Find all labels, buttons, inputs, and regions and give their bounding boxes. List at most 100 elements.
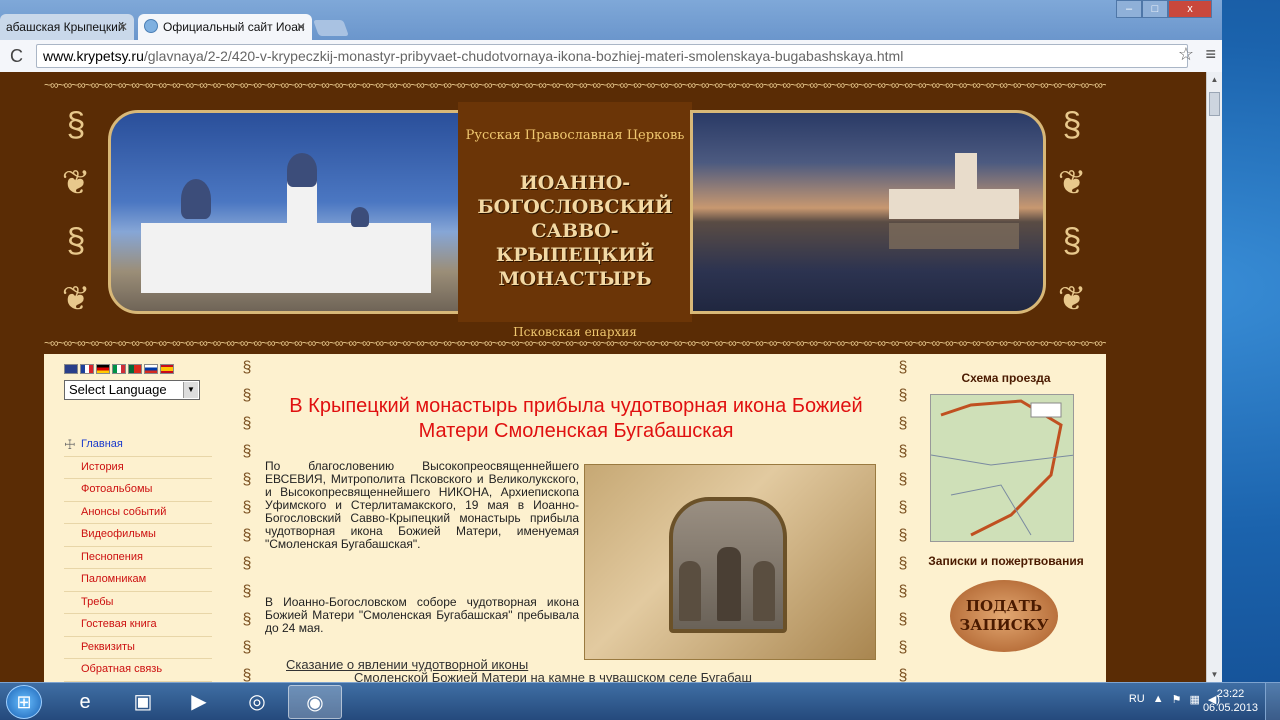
maximize-button[interactable]: □ xyxy=(1142,0,1168,18)
explorer-folder-icon[interactable]: ▣ xyxy=(116,685,170,719)
flag-es-icon[interactable] xyxy=(160,364,174,374)
nav-item-feedback[interactable]: Обратная связь xyxy=(64,659,212,682)
reload-icon[interactable]: C xyxy=(10,46,23,67)
new-tab-button[interactable] xyxy=(313,20,349,36)
close-window-button[interactable]: x xyxy=(1168,0,1212,18)
window-controls: – □ x xyxy=(1116,0,1212,18)
reflection xyxy=(889,223,1019,249)
content-panel: Select Language ▼ Главная История Фотоал… xyxy=(44,354,1106,682)
flag-fr-icon[interactable] xyxy=(80,364,94,374)
monastery-photo-sunset xyxy=(690,110,1046,314)
article-paragraph: В Иоанно-Богословском соборе чудотворная… xyxy=(265,595,579,635)
right-sidebar: Схема проезда Записки и пожертвования ПО… xyxy=(906,354,1106,652)
scroll-down-icon[interactable]: ▼ xyxy=(1209,669,1220,680)
show-hidden-icons-icon[interactable]: ▲ xyxy=(1153,693,1164,706)
church-dome xyxy=(351,207,369,227)
route-map[interactable] xyxy=(930,394,1074,542)
flag-it-icon[interactable] xyxy=(112,364,126,374)
language-select[interactable]: Select Language ▼ xyxy=(64,380,200,400)
monastery-title: ИОАННО-БОГОСЛОВСКИЙ САВВО-КРЫПЕЦКИЙ МОНА… xyxy=(458,171,692,291)
close-icon[interactable]: ✕ xyxy=(296,14,306,40)
vertical-scrollbar[interactable]: ▲ ▼ xyxy=(1206,72,1222,682)
network-icon[interactable]: ▦ xyxy=(1189,693,1199,706)
close-icon[interactable]: ✕ xyxy=(118,14,128,40)
language-flags xyxy=(64,364,174,374)
globe-icon xyxy=(144,19,158,33)
ornament-swirl-left: § ❦ § ❦ xyxy=(61,106,91,318)
nav-item-announcements[interactable]: Анонсы событий xyxy=(64,502,212,524)
minimize-button[interactable]: – xyxy=(1116,0,1142,18)
flag-en-icon[interactable] xyxy=(64,364,78,374)
submit-note-button[interactable]: ПОДАТЬ ЗАПИСКУ xyxy=(950,580,1058,652)
theotokos-figure xyxy=(717,547,741,621)
headline-line: Матери Смоленская Бугабашская xyxy=(418,420,734,442)
tab-label: Официальный сайт Иоан xyxy=(163,20,305,34)
clock-date: 06.05.2013 xyxy=(1202,702,1258,714)
route-map-graphic xyxy=(931,399,1073,537)
church-dome xyxy=(287,153,317,187)
bookmark-star-icon[interactable]: ☆ xyxy=(1178,44,1194,65)
url-path: /glavnaya/2-2/420-v-krypeczkij-monastyr-… xyxy=(143,48,904,64)
tab-official-site[interactable]: Официальный сайт Иоан ✕ xyxy=(138,14,312,40)
article-headline: В Крыпецкий монастырь прибыла чудотворна… xyxy=(256,394,896,444)
menu-icon[interactable]: ≡ xyxy=(1205,44,1216,65)
nav-item-pilgrims[interactable]: Паломникам xyxy=(64,569,212,592)
nav-item-services[interactable]: Требы xyxy=(64,592,212,614)
tab-bugabash[interactable]: абашская Крыпецкий ✕ xyxy=(0,14,134,40)
address-bar[interactable]: www.krypetsy.ru/glavnaya/2-2/420-v-krype… xyxy=(36,44,1188,68)
clock-time: 23:22 xyxy=(1216,688,1245,700)
church-building xyxy=(141,223,431,293)
chevron-down-icon: ▼ xyxy=(183,382,198,398)
church-building xyxy=(889,189,1019,219)
disc-app-icon[interactable]: ◎ xyxy=(230,685,284,719)
ornament-swirl-right: § ❦ § ❦ xyxy=(1057,106,1087,318)
ornament-divider-right: § § § § § § § § § § § § xyxy=(898,359,908,682)
clock[interactable]: 23:22 06.05.2013 xyxy=(1203,687,1258,715)
nav-item-videos[interactable]: Видеофильмы xyxy=(64,524,212,547)
header-ornament-top: ~∞~∞~∞~∞~∞~∞~∞~∞~∞~∞~∞~∞~∞~∞~∞~∞~∞~∞~∞~∞… xyxy=(44,78,1106,90)
flag-ru-icon[interactable] xyxy=(144,364,158,374)
header-ornament-bottom: ~∞~∞~∞~∞~∞~∞~∞~∞~∞~∞~∞~∞~∞~∞~∞~∞~∞~∞~∞~∞… xyxy=(44,336,1106,348)
flag-tray-icon[interactable]: ⚑ xyxy=(1172,693,1182,706)
icon-image xyxy=(584,464,876,660)
scroll-thumb[interactable] xyxy=(1209,92,1220,116)
internet-explorer-icon[interactable]: e xyxy=(58,685,112,719)
chrome-icon[interactable]: ◉ xyxy=(288,685,342,719)
main-navigation: Главная История Фотоальбомы Анонсы событ… xyxy=(64,434,212,682)
title-line: ИОАННО-БОГОСЛОВСКИЙ xyxy=(477,172,673,218)
flag-de-icon[interactable] xyxy=(96,364,110,374)
start-button[interactable]: ⊞ xyxy=(6,685,42,719)
map-title: Схема проезда xyxy=(961,371,1051,385)
nav-item-chants[interactable]: Песнопения xyxy=(64,547,212,569)
language-select-value: Select Language xyxy=(69,382,167,397)
headline-line: В Крыпецкий монастырь прибыла чудотворна… xyxy=(289,395,863,417)
article-paragraph: По благословению Высокопреосвященнейшего… xyxy=(265,459,579,551)
nav-item-photo-albums[interactable]: Фотоальбомы xyxy=(64,479,212,502)
header-title-panel: Русская Православная Церковь ИОАННО-БОГО… xyxy=(458,102,692,339)
scroll-up-icon[interactable]: ▲ xyxy=(1209,74,1220,85)
show-desktop-button[interactable] xyxy=(1265,683,1280,720)
url-host: www.krypetsy.ru xyxy=(43,48,144,64)
article: В Крыпецкий монастырь прибыла чудотворна… xyxy=(256,354,896,682)
web-page: ~∞~∞~∞~∞~∞~∞~∞~∞~∞~∞~∞~∞~∞~∞~∞~∞~∞~∞~∞~∞… xyxy=(0,72,1206,682)
nav-item-history[interactable]: История xyxy=(64,457,212,479)
church-label: Русская Православная Церковь xyxy=(465,128,685,143)
bell-tower xyxy=(955,153,977,193)
monastery-photo-day xyxy=(108,110,462,314)
title-line: МОНАСТЫРЬ xyxy=(498,268,652,290)
browser-window: абашская Крыпецкий ✕ Официальный сайт Ио… xyxy=(0,0,1222,682)
title-line: САВВО-КРЫПЕЦКИЙ xyxy=(495,220,655,266)
bell-tower xyxy=(287,181,317,241)
site-header: ~∞~∞~∞~∞~∞~∞~∞~∞~∞~∞~∞~∞~∞~∞~∞~∞~∞~∞~∞~∞… xyxy=(44,72,1106,354)
flag-pt-icon[interactable] xyxy=(128,364,142,374)
nav-item-requisites[interactable]: Реквизиты xyxy=(64,637,212,659)
media-player-icon[interactable]: ▶ xyxy=(172,685,226,719)
nav-item-home[interactable]: Главная xyxy=(64,434,212,457)
saint-figure xyxy=(753,561,775,621)
ornament-divider-left: § § § § § § § § § § § § xyxy=(242,359,252,682)
tab-strip: абашская Крыпецкий ✕ Официальный сайт Ио… xyxy=(0,0,1222,40)
donations-title: Записки и пожертвования xyxy=(928,554,1084,568)
nav-item-guestbook[interactable]: Гостевая книга xyxy=(64,614,212,637)
language-indicator[interactable]: RU xyxy=(1129,693,1145,706)
taskbar: ⊞ e ▣ ▶ ◎ ◉ RU ▲ ⚑ ▦ ◀) 23:22 06.05.2013 xyxy=(0,682,1280,720)
